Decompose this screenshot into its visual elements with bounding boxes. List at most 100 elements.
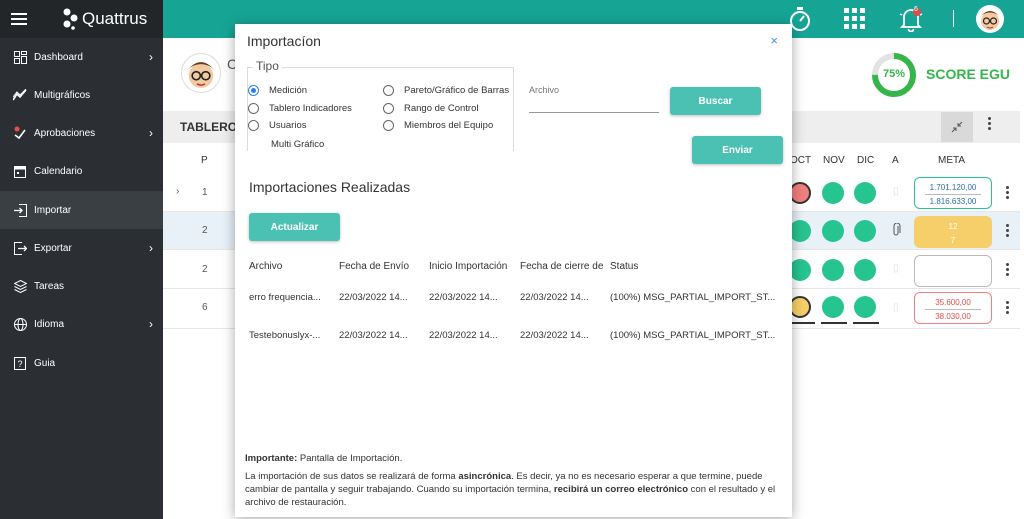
actualizar-button[interactable]: Actualizar [249, 213, 340, 241]
column-header-a: A [892, 155, 899, 166]
radio-label: Pareto/Gráfico de Barras [404, 85, 510, 96]
radio-icon [383, 103, 394, 114]
row-options-kebab-icon[interactable] [1004, 186, 1010, 199]
sidebar-item-calendario[interactable]: Calendario [0, 152, 163, 190]
help-icon: ? [12, 355, 28, 371]
sidebar-item-label: Exportar [34, 242, 72, 254]
column-header-status: Status [610, 261, 639, 272]
info-text: La importación de sus datos se realizará… [245, 471, 459, 482]
radio-rango-de-control[interactable]: Rango de Control [383, 103, 478, 114]
radio-multi-grafico[interactable]: Multi Gráfico [271, 139, 324, 150]
sidebar-item-aprobaciones[interactable]: Aprobaciones › [0, 114, 163, 152]
layers-icon [12, 278, 28, 294]
row-p-value: 2 [202, 225, 208, 236]
profile-avatar [181, 53, 221, 93]
status-circle[interactable] [854, 296, 876, 318]
import-cell-archivo: Testebonuslyx-... [249, 330, 321, 341]
archivo-input[interactable] [529, 112, 659, 113]
attachment-icon[interactable]: ▯ [893, 186, 899, 197]
status-circle[interactable] [854, 220, 876, 242]
notification-bell-icon[interactable]: 6 [898, 6, 924, 32]
sidebar: Quattrus Dashboard › Multigráficos Aprob… [0, 0, 163, 519]
close-icon[interactable]: × [770, 33, 778, 48]
buscar-button[interactable]: Buscar [670, 87, 761, 115]
sidebar-item-idioma[interactable]: Idioma › [0, 305, 163, 343]
radio-usuarios[interactable]: Usuarios [248, 120, 307, 131]
paperclip-icon[interactable] [892, 222, 901, 242]
row-p-value: 2 [202, 264, 208, 275]
sidebar-item-label: Aprobaciones [34, 127, 96, 139]
radio-medicion[interactable]: Medición [248, 85, 307, 96]
import-cell-status: (100%) MSG_PARTIAL_IMPORT_ST... [610, 292, 776, 303]
row-options-kebab-icon[interactable] [1004, 301, 1010, 314]
score-value: 75% [882, 68, 906, 80]
user-avatar[interactable] [976, 5, 1004, 33]
status-circle[interactable] [789, 220, 811, 242]
import-cell-fecha-envio: 22/03/2022 14... [339, 330, 408, 341]
status-circle[interactable] [854, 182, 876, 204]
chevron-right-icon: › [149, 241, 153, 255]
status-circle[interactable] [822, 220, 844, 242]
hamburger-menu-icon[interactable] [0, 0, 38, 38]
collapse-icon[interactable] [941, 112, 973, 142]
sidebar-item-multigraficos[interactable]: Multigráficos [0, 76, 163, 114]
archivo-label: Archivo [529, 85, 560, 95]
attachment-icon[interactable]: ▯ [893, 263, 899, 274]
apps-grid-icon[interactable] [842, 6, 868, 32]
import-cell-cierre: 22/03/2022 14... [520, 292, 589, 303]
expand-chevron-icon[interactable]: › [176, 186, 179, 197]
sidebar-item-label: Tareas [34, 280, 65, 292]
radio-pareto[interactable]: Pareto/Gráfico de Barras [383, 85, 509, 96]
column-header-meta: META [938, 155, 966, 166]
status-circle[interactable] [822, 182, 844, 204]
row-options-kebab-icon[interactable] [1004, 224, 1010, 237]
sidebar-item-label: Importar [34, 204, 72, 216]
radio-icon [248, 120, 259, 131]
sidebar-item-exportar[interactable]: Exportar › [0, 229, 163, 267]
sidebar-item-tareas[interactable]: Tareas [0, 267, 163, 305]
status-circle[interactable] [854, 259, 876, 281]
sidebar-item-dashboard[interactable]: Dashboard › [0, 38, 163, 76]
status-circle[interactable] [789, 259, 811, 281]
column-header-fecha-envio: Fecha de Envío [339, 261, 410, 272]
sidebar-item-label: Idioma [34, 318, 65, 330]
meta-bottom: 7 [950, 236, 956, 245]
important-note: Importante: Pantalla de Importación. [245, 452, 790, 465]
radio-label: Miembros del Equipo [404, 120, 494, 131]
status-underline [821, 322, 847, 324]
import-cell-inicio: 22/03/2022 14... [429, 330, 498, 341]
enviar-button[interactable]: Enviar [692, 136, 783, 164]
sidebar-item-importar[interactable]: Importar [0, 191, 163, 229]
table-options-kebab-icon[interactable] [986, 117, 992, 130]
status-circle[interactable] [822, 259, 844, 281]
status-circle[interactable] [789, 296, 811, 318]
import-cell-fecha-envio: 22/03/2022 14... [339, 292, 408, 303]
attachment-icon[interactable]: ▯ [893, 302, 899, 313]
chart-line-icon [12, 87, 28, 103]
chevron-right-icon: › [149, 126, 153, 140]
row-options-kebab-icon[interactable] [1004, 263, 1010, 276]
meta-top: 35.600,00 [935, 298, 971, 307]
radio-label: Rango de Control [404, 103, 479, 114]
meta-top: 1.701.120,00 [929, 183, 977, 192]
meta-top: 12 [948, 222, 958, 231]
column-header-oct: OCT [790, 155, 812, 166]
radio-icon [383, 85, 394, 96]
sidebar-item-guia[interactable]: ? Guia [0, 344, 163, 382]
status-underline [789, 322, 815, 324]
globe-icon [12, 316, 28, 332]
column-header-nov: NOV [823, 155, 845, 166]
important-label: Importante: [245, 453, 298, 464]
radio-tablero-indicadores[interactable]: Tablero Indicadores [248, 103, 352, 114]
status-underline [853, 322, 879, 324]
score-label: SCORE EGU [926, 66, 1011, 82]
column-header-archivo: Archivo [249, 261, 283, 272]
brand-logo[interactable]: Quattrus [62, 8, 147, 30]
sidebar-item-label: Calendario [34, 165, 83, 177]
status-circle[interactable] [822, 296, 844, 318]
import-icon [12, 202, 28, 218]
meta-divider [925, 194, 981, 195]
radio-miembros-del-equipo[interactable]: Miembros del Equipo [383, 120, 493, 131]
info-bold-text: asincrónica [458, 471, 512, 482]
status-circle[interactable] [789, 182, 811, 204]
